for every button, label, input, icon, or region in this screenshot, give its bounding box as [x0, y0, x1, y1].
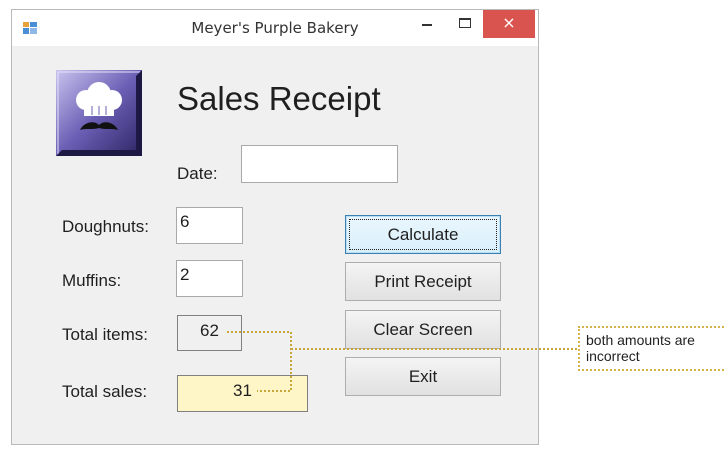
doughnuts-label: Doughnuts: — [62, 217, 149, 236]
doughnuts-field[interactable]: 6 — [176, 207, 243, 244]
close-button[interactable]: × — [483, 10, 535, 38]
minimize-button[interactable] — [412, 10, 442, 38]
muffins-label: Muffins: — [62, 271, 122, 290]
annotation-callout: both amounts are incorrect — [578, 326, 726, 371]
total-items-label: Total items: — [62, 325, 148, 344]
total-sales-output: 31 — [177, 375, 308, 412]
maximize-button[interactable] — [450, 10, 480, 38]
calculate-button[interactable]: Calculate — [345, 215, 501, 254]
print-receipt-button[interactable]: Print Receipt — [345, 262, 501, 301]
chef-hat-mustache-logo — [56, 70, 142, 156]
clear-screen-button[interactable]: Clear Screen — [345, 310, 501, 349]
total-items-output: 62 — [177, 315, 242, 351]
page-title: Sales Receipt — [177, 80, 381, 117]
title-bar[interactable]: Meyer's Purple Bakery × — [12, 10, 538, 46]
muffins-field[interactable]: 2 — [176, 260, 243, 297]
date-field[interactable] — [241, 145, 398, 183]
app-window: Meyer's Purple Bakery × Sales Receipt Da… — [11, 9, 539, 445]
close-icon: × — [502, 13, 516, 32]
total-sales-label: Total sales: — [62, 382, 148, 401]
exit-button[interactable]: Exit — [345, 357, 501, 396]
date-label: Date: — [177, 164, 218, 183]
